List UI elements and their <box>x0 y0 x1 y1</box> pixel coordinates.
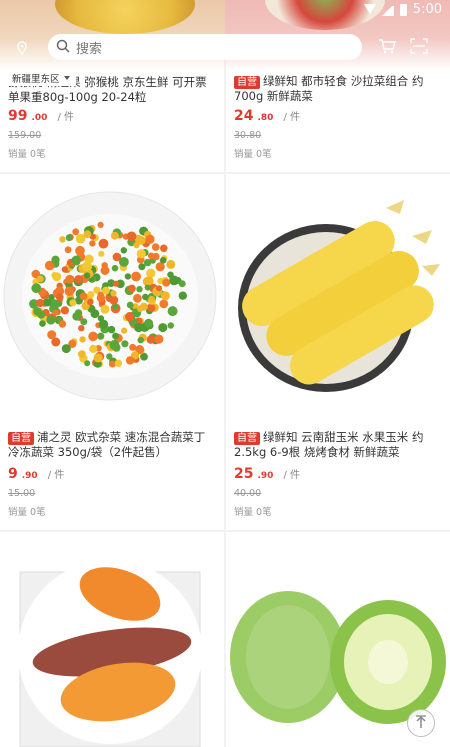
product-title: 自营 浦之灵 欧式杂菜 速冻混合蔬菜丁 冷冻蔬菜 350g/袋（2件起售） <box>8 430 206 459</box>
price-integer: 24 <box>234 108 254 124</box>
product-image <box>0 178 224 414</box>
cart-icon[interactable] <box>378 38 396 58</box>
product-card-kiwi[interactable]: 猕猴桃 精选果 弥猴桃 京东生鲜 可开票 单果重80g-100g 20-24粒 … <box>0 0 224 172</box>
battery-icon <box>399 3 407 16</box>
wifi-icon <box>363 3 376 16</box>
original-price: 40.00 <box>234 488 262 499</box>
price-row: 24.80 / 件 <box>234 108 300 124</box>
signal-icon <box>381 4 394 16</box>
product-card-salad[interactable]: 自营 绿鲜知 都市轻食 沙拉菜组合 约700g 新鲜蔬菜 24.80 / 件 30… <box>226 0 450 172</box>
price-integer: 9 <box>8 466 18 482</box>
original-price: 159.00 <box>8 130 42 141</box>
chevron-down-icon <box>63 76 70 80</box>
price-row: 25.90 / 件 <box>234 466 300 482</box>
product-card-mixed-vegetables[interactable]: 自营 浦之灵 欧式杂菜 速冻混合蔬菜丁 冷冻蔬菜 350g/袋（2件起售） 9.9… <box>0 174 224 530</box>
product-image <box>226 178 450 414</box>
price-unit: / 件 <box>47 470 65 481</box>
sales-count: 销量 0笔 <box>234 149 272 160</box>
price-decimal: .90 <box>257 471 274 481</box>
district-label: 新疆里东区 <box>12 74 60 85</box>
price-decimal: .00 <box>31 113 48 123</box>
price-integer: 25 <box>234 466 254 482</box>
scroll-to-top-icon <box>414 714 428 733</box>
original-price: 30.80 <box>234 130 262 141</box>
product-card-sweet-potato[interactable] <box>0 532 224 747</box>
district-selector[interactable]: 新疆里东区 <box>6 70 76 86</box>
scroll-to-top-button[interactable] <box>407 709 435 737</box>
self-operated-tag: 自营 <box>234 432 260 445</box>
price-unit: / 件 <box>283 112 300 123</box>
product-image <box>0 542 224 747</box>
original-price: 15.00 <box>8 488 36 499</box>
scan-icon[interactable] <box>410 38 428 58</box>
status-bar: 5:00 <box>363 2 442 17</box>
self-operated-tag: 自营 <box>234 76 260 89</box>
search-placeholder: 搜索 <box>76 41 103 57</box>
status-time: 5:00 <box>412 2 442 17</box>
price-unit: / 件 <box>57 112 74 123</box>
price-unit: / 件 <box>283 470 300 481</box>
product-title: 自营 绿鲜知 云南甜玉米 水果玉米 约2.5kg 6-9根 烧烤食材 新鲜蔬菜 <box>234 430 424 459</box>
price-row: 99.00 / 件 <box>8 108 74 124</box>
sales-count: 销量 0笔 <box>234 507 272 518</box>
search-icon <box>56 38 70 57</box>
price-decimal: .90 <box>21 471 38 481</box>
price-integer: 99 <box>8 108 28 124</box>
product-title: 自营 绿鲜知 都市轻食 沙拉菜组合 约700g 新鲜蔬菜 <box>234 74 424 103</box>
price-decimal: .80 <box>257 113 274 123</box>
sales-count: 销量 0笔 <box>8 149 46 160</box>
price-row: 9.90 / 件 <box>8 466 64 482</box>
search-input[interactable]: 搜索 <box>48 34 362 60</box>
location-pin-icon[interactable] <box>16 40 28 59</box>
sales-count: 销量 0笔 <box>8 507 46 518</box>
product-card-corn[interactable]: 自营 绿鲜知 云南甜玉米 水果玉米 约2.5kg 6-9根 烧烤食材 新鲜蔬菜 2… <box>226 174 450 530</box>
self-operated-tag: 自营 <box>8 432 34 445</box>
